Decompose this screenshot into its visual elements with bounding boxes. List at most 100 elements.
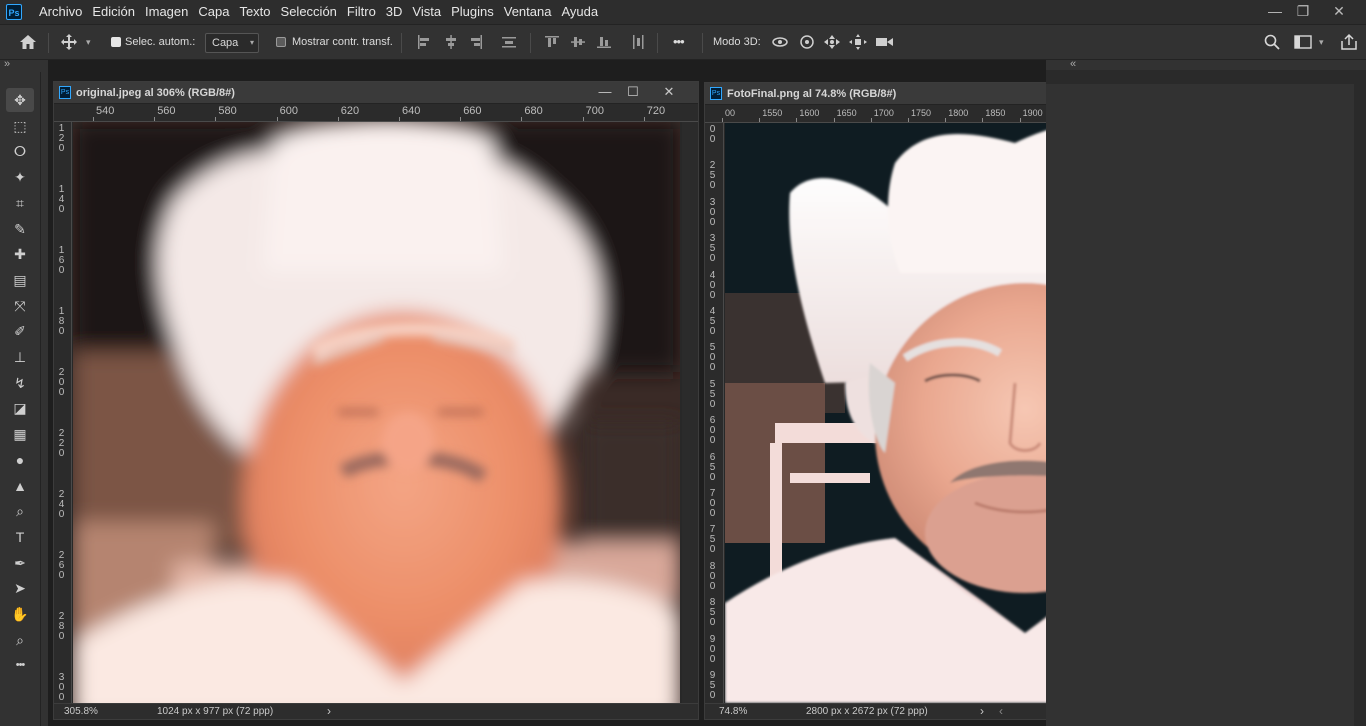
menu-filtro[interactable]: Filtro: [342, 0, 381, 24]
roll-3d-camera-icon[interactable]: [798, 34, 816, 50]
menu-texto[interactable]: Texto: [234, 0, 275, 24]
ruler-tick-label: 580: [218, 105, 237, 117]
document-title: original.jpeg al 306% (RGB/8#): [76, 87, 235, 99]
menu-imagen[interactable]: Imagen: [140, 0, 193, 24]
menu-vista[interactable]: Vista: [407, 0, 446, 24]
dropdown-chevron-icon: ▾: [249, 38, 254, 47]
menu-ayuda[interactable]: Ayuda: [556, 0, 603, 24]
marquee-tool-icon[interactable]: ⬚: [6, 114, 34, 138]
menu-seleccion[interactable]: Selección: [276, 0, 342, 24]
horizontal-ruler: 540 560 580 600 620 640 660 680 700 720: [54, 104, 698, 122]
align-vertical-centers-icon[interactable]: [571, 35, 585, 49]
ruler-tick-label: 200: [58, 367, 65, 398]
crop-tool-icon[interactable]: ⌗: [6, 191, 34, 215]
gradient-tool-icon[interactable]: ▦: [6, 422, 34, 446]
zoom-level[interactable]: 305.8%: [64, 706, 98, 717]
orbit-3d-camera-icon[interactable]: [771, 34, 789, 50]
vertical-scrollbar[interactable]: [682, 122, 698, 704]
more-options-button[interactable]: •••: [673, 25, 685, 59]
distribute-horizontal-icon[interactable]: [631, 35, 645, 49]
panel-tab-bar[interactable]: [1046, 70, 1356, 84]
original-photo-image: [73, 122, 680, 704]
ruler-tick-label: 160: [58, 245, 65, 276]
psd-file-icon: Ps: [710, 87, 722, 100]
zoom-level[interactable]: 74.8%: [719, 706, 747, 717]
ruler-tick-label: 620: [340, 105, 360, 117]
ruler-tick-label: 140: [58, 184, 65, 215]
toolbar-collapse-icon[interactable]: »: [4, 58, 10, 70]
document-close-button[interactable]: ✕: [652, 82, 686, 102]
menu-plugins[interactable]: Plugins: [446, 0, 499, 24]
align-top-edges-icon[interactable]: [545, 35, 559, 49]
document-tab-original[interactable]: Ps original.jpeg al 306% (RGB/8#) — ☐ ✕: [54, 82, 698, 104]
ruler-tick-label: 1850: [985, 108, 1006, 118]
align-bottom-edges-icon[interactable]: [597, 35, 611, 49]
auto-select-checkbox[interactable]: [111, 37, 121, 47]
ruler-tick-label: 700: [709, 488, 716, 519]
align-horizontal-centers-icon[interactable]: [444, 35, 458, 49]
pen-tool-icon[interactable]: ✒: [6, 551, 34, 575]
search-icon[interactable]: [1264, 34, 1280, 50]
move-tool-icon[interactable]: ✥: [6, 88, 34, 112]
content-aware-move-tool-icon[interactable]: ⤧: [6, 294, 34, 318]
eyedropper-tool-icon[interactable]: ✎: [6, 217, 34, 241]
ruler-tick-label: 300: [58, 672, 65, 703]
menu-capa[interactable]: Capa: [193, 0, 234, 24]
workspace-chevron-icon[interactable]: ▾: [1319, 25, 1324, 59]
document-maximize-button[interactable]: ☐: [616, 82, 650, 102]
ruler-tick-label: 220: [58, 428, 65, 459]
hand-tool-icon[interactable]: ✋: [6, 602, 34, 626]
panel-collapse-icon[interactable]: «: [1070, 58, 1076, 70]
path-selection-tool-icon[interactable]: ➤: [6, 576, 34, 600]
auto-select-target-value: Capa: [212, 37, 239, 49]
panel-scrollbar[interactable]: [1354, 70, 1366, 726]
ruler-tick-label: 120: [58, 123, 65, 154]
lasso-tool-icon[interactable]: ⵔ: [6, 139, 34, 163]
document-info: 2800 px x 2672 px (72 ppp): [806, 706, 928, 717]
menu-edicion[interactable]: Edición: [87, 0, 140, 24]
menu-items: Archivo Edición Imagen Capa Texto Selecc…: [34, 0, 603, 24]
home-icon[interactable]: [19, 34, 37, 50]
pan-3d-camera-icon[interactable]: [823, 34, 841, 50]
document-window-original: Ps original.jpeg al 306% (RGB/8#) — ☐ ✕ …: [53, 81, 699, 720]
scroll-left-icon[interactable]: ‹: [999, 704, 1003, 718]
move-tool-icon[interactable]: [61, 34, 77, 50]
magic-wand-tool-icon[interactable]: ✦: [6, 165, 34, 189]
tool-preset-chevron-icon[interactable]: ▾: [86, 25, 91, 59]
slide-3d-camera-icon[interactable]: [849, 34, 867, 50]
ruler-tick-label: 1900: [1022, 108, 1043, 118]
ruler-tick-label: 280: [58, 611, 65, 642]
menu-archivo[interactable]: Archivo: [34, 0, 87, 24]
close-window-button[interactable]: ✕: [1322, 0, 1356, 24]
status-menu-arrow-icon[interactable]: ›: [980, 704, 984, 718]
status-menu-arrow-icon[interactable]: ›: [327, 704, 331, 718]
dodge-tool-icon[interactable]: ⌕: [6, 499, 34, 523]
type-tool-icon[interactable]: T: [6, 525, 34, 549]
ruler-tick-label: 560: [157, 105, 176, 117]
healing-patch-tool-icon[interactable]: ▤: [6, 268, 34, 292]
workspace-icon[interactable]: [1294, 35, 1312, 49]
more-tools-icon[interactable]: •••: [6, 653, 34, 677]
sharpen-tool-icon[interactable]: ▲: [6, 474, 34, 498]
menu-ventana[interactable]: Ventana: [499, 0, 557, 24]
document-title: FotoFinal.png al 74.8% (RGB/8#): [727, 88, 897, 100]
menu-3d[interactable]: 3D: [381, 0, 408, 24]
eraser-tool-icon[interactable]: ◪: [6, 396, 34, 420]
share-icon[interactable]: [1340, 33, 1358, 51]
restore-window-button[interactable]: ❐: [1286, 0, 1320, 24]
spot-healing-tool-icon[interactable]: ✚: [6, 242, 34, 266]
show-transform-controls-checkbox[interactable]: [276, 37, 286, 47]
distribute-vertical-icon[interactable]: [502, 35, 516, 49]
align-left-edges-icon[interactable]: [417, 35, 431, 49]
blur-tool-icon[interactable]: ●: [6, 448, 34, 472]
ruler-tick-label: 600: [709, 415, 716, 447]
history-brush-tool-icon[interactable]: ↯: [6, 371, 34, 395]
zoom-3d-camera-icon[interactable]: [875, 35, 895, 49]
brush-tool-icon[interactable]: ✐: [6, 319, 34, 343]
canvas-original-photo[interactable]: [73, 122, 680, 704]
align-right-edges-icon[interactable]: [469, 35, 483, 49]
zoom-tool-icon[interactable]: ⌕: [6, 628, 34, 652]
auto-select-target-select[interactable]: Capa ▾: [205, 33, 259, 53]
ruler-tick-label: 1550: [762, 108, 783, 118]
clone-stamp-tool-icon[interactable]: ⊥: [6, 345, 34, 369]
